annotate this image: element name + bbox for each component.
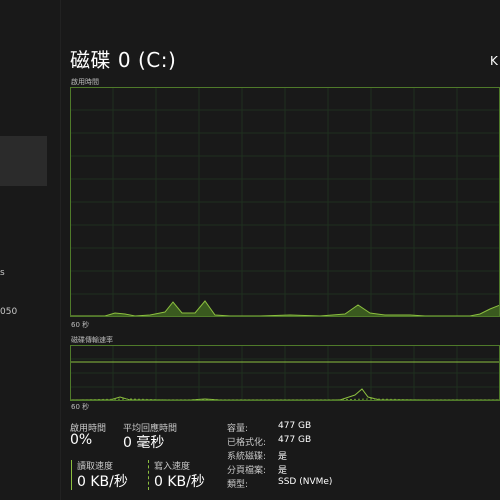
system-disk-label: 系統磁碟: — [227, 452, 267, 462]
active-time-chart — [70, 87, 500, 317]
active-time-stat-value: 0% — [70, 432, 93, 448]
left-pane-text: s — [0, 268, 5, 278]
capacity-value: 477 GB — [278, 421, 312, 431]
transfer-rate-chart-label: 磁碟傳輸速率 — [71, 336, 113, 344]
active-time-axis-label: 60 秒 — [71, 321, 90, 329]
read-speed-indicator — [71, 460, 72, 490]
system-disk-value: 是 — [278, 452, 288, 462]
active-time-grid — [70, 87, 500, 317]
pane-divider — [60, 0, 61, 500]
transfer-rate-axis-label: 60 秒 — [71, 403, 90, 411]
formatted-value: 477 GB — [278, 435, 312, 445]
page-file-label: 分頁檔案: — [227, 466, 267, 476]
active-time-chart-label: 啟用時間 — [71, 78, 99, 86]
disk-type-label: 類型: — [227, 480, 249, 490]
disk-type-value: SSD (NVMe) — [278, 477, 333, 487]
formatted-label: 已格式化: — [227, 438, 267, 448]
transfer-rate-grid — [70, 345, 500, 401]
header-right-text: K — [490, 54, 498, 68]
left-pane-text: 050 — [0, 307, 18, 317]
read-speed-value: 0 KB/秒 — [77, 474, 128, 490]
write-speed-value: 0 KB/秒 — [154, 474, 205, 490]
page-title: 磁碟 0 (C:) — [70, 48, 177, 72]
avg-response-stat-value: 0 毫秒 — [123, 435, 165, 451]
transfer-rate-chart — [70, 345, 500, 401]
selected-device-item[interactable] — [0, 136, 47, 186]
left-navigation-pane: s 050 — [0, 0, 60, 500]
capacity-label: 容量: — [227, 424, 249, 434]
page-file-value: 是 — [278, 466, 288, 476]
write-speed-indicator — [148, 460, 150, 490]
